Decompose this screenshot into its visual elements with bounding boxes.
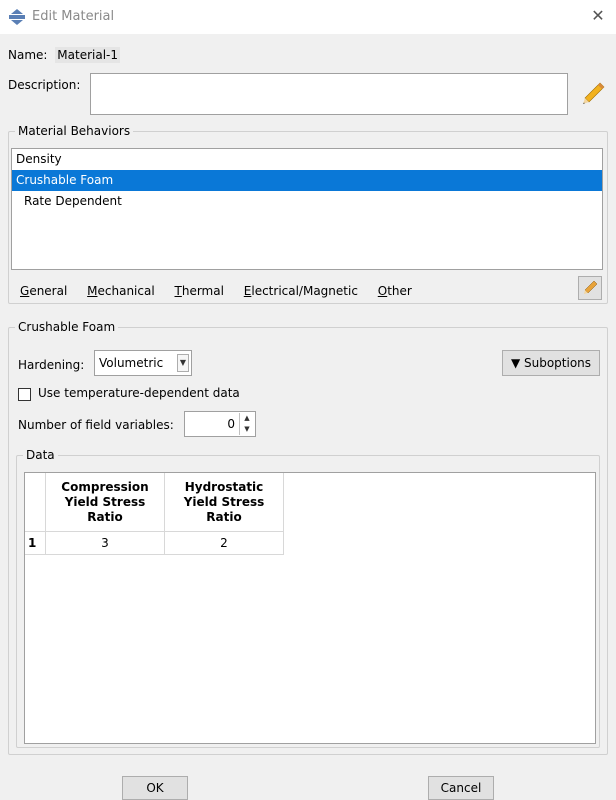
data-table-area[interactable]: Compression Yield Stress Ratio Hydrostat… [24,472,596,744]
menu-thermal[interactable]: Thermal [175,284,224,298]
temperature-dependent-label: Use temperature-dependent data [38,386,240,400]
data-title: Data [26,448,55,462]
material-behaviors-list[interactable]: Density Crushable Foam Rate Dependent [11,148,603,270]
spinner-arrows[interactable]: ▲ ▼ [239,413,254,435]
menu-other[interactable]: Other [378,284,412,298]
arrow-up-icon[interactable]: ▲ [240,413,254,424]
suboptions-label: Suboptions [524,356,592,370]
pencil-icon [584,280,598,294]
name-row: Name: Material-1 [8,47,120,63]
menu-electrical-magnetic[interactable]: Electrical/Magnetic [244,284,358,298]
column-header-hydrostatic[interactable]: Hydrostatic Yield Stress Ratio [164,473,284,532]
behavior-item-rate-dependent[interactable]: Rate Dependent [12,191,602,212]
table-cell[interactable]: 2 [164,531,284,555]
pencil-icon[interactable] [580,80,606,108]
table-cell[interactable]: 3 [45,531,165,555]
row-number: 1 [25,531,46,555]
temperature-dependent-checkbox[interactable] [18,388,31,401]
material-icon [9,9,25,25]
column-header-compression[interactable]: Compression Yield Stress Ratio [45,473,165,532]
menu-mechanical[interactable]: Mechanical [87,284,155,298]
window-title: Edit Material [32,9,115,24]
hardening-select[interactable]: Volumetric ▼ [94,350,192,376]
behavior-item-crushable-foam[interactable]: Crushable Foam [12,170,602,191]
behavior-menu-bar: General Mechanical Thermal Electrical/Ma… [20,284,428,298]
table-corner [25,473,46,532]
suboptions-button[interactable]: ▼ Suboptions [502,350,600,376]
crushable-foam-title: Crushable Foam [18,320,116,334]
title-bar: Edit Material ✕ [0,0,616,34]
material-behaviors-title: Material Behaviors [18,124,131,138]
triangle-down-icon: ▼ [510,356,521,370]
description-field[interactable] [90,73,568,115]
hardening-value: Volumetric [99,356,164,370]
ok-button[interactable]: OK [122,776,188,800]
chevron-down-icon[interactable]: ▼ [177,354,189,372]
description-label: Description: [8,78,81,92]
edit-behavior-button[interactable] [578,276,602,300]
data-table: Compression Yield Stress Ratio Hydrostat… [25,473,284,555]
menu-general[interactable]: General [20,284,67,298]
field-variables-label: Number of field variables: [18,418,174,432]
hardening-label: Hardening: [18,358,85,372]
material-name-value: Material-1 [55,47,120,63]
arrow-down-icon[interactable]: ▼ [240,424,254,435]
cancel-button[interactable]: Cancel [428,776,494,800]
behavior-item-density[interactable]: Density [12,149,602,170]
close-icon[interactable]: ✕ [588,6,608,26]
field-variables-spinner[interactable]: 0 ▲ ▼ [184,411,256,437]
field-variables-value: 0 [227,417,235,431]
name-label: Name: [8,48,48,62]
table-row: 1 3 2 [25,531,284,555]
